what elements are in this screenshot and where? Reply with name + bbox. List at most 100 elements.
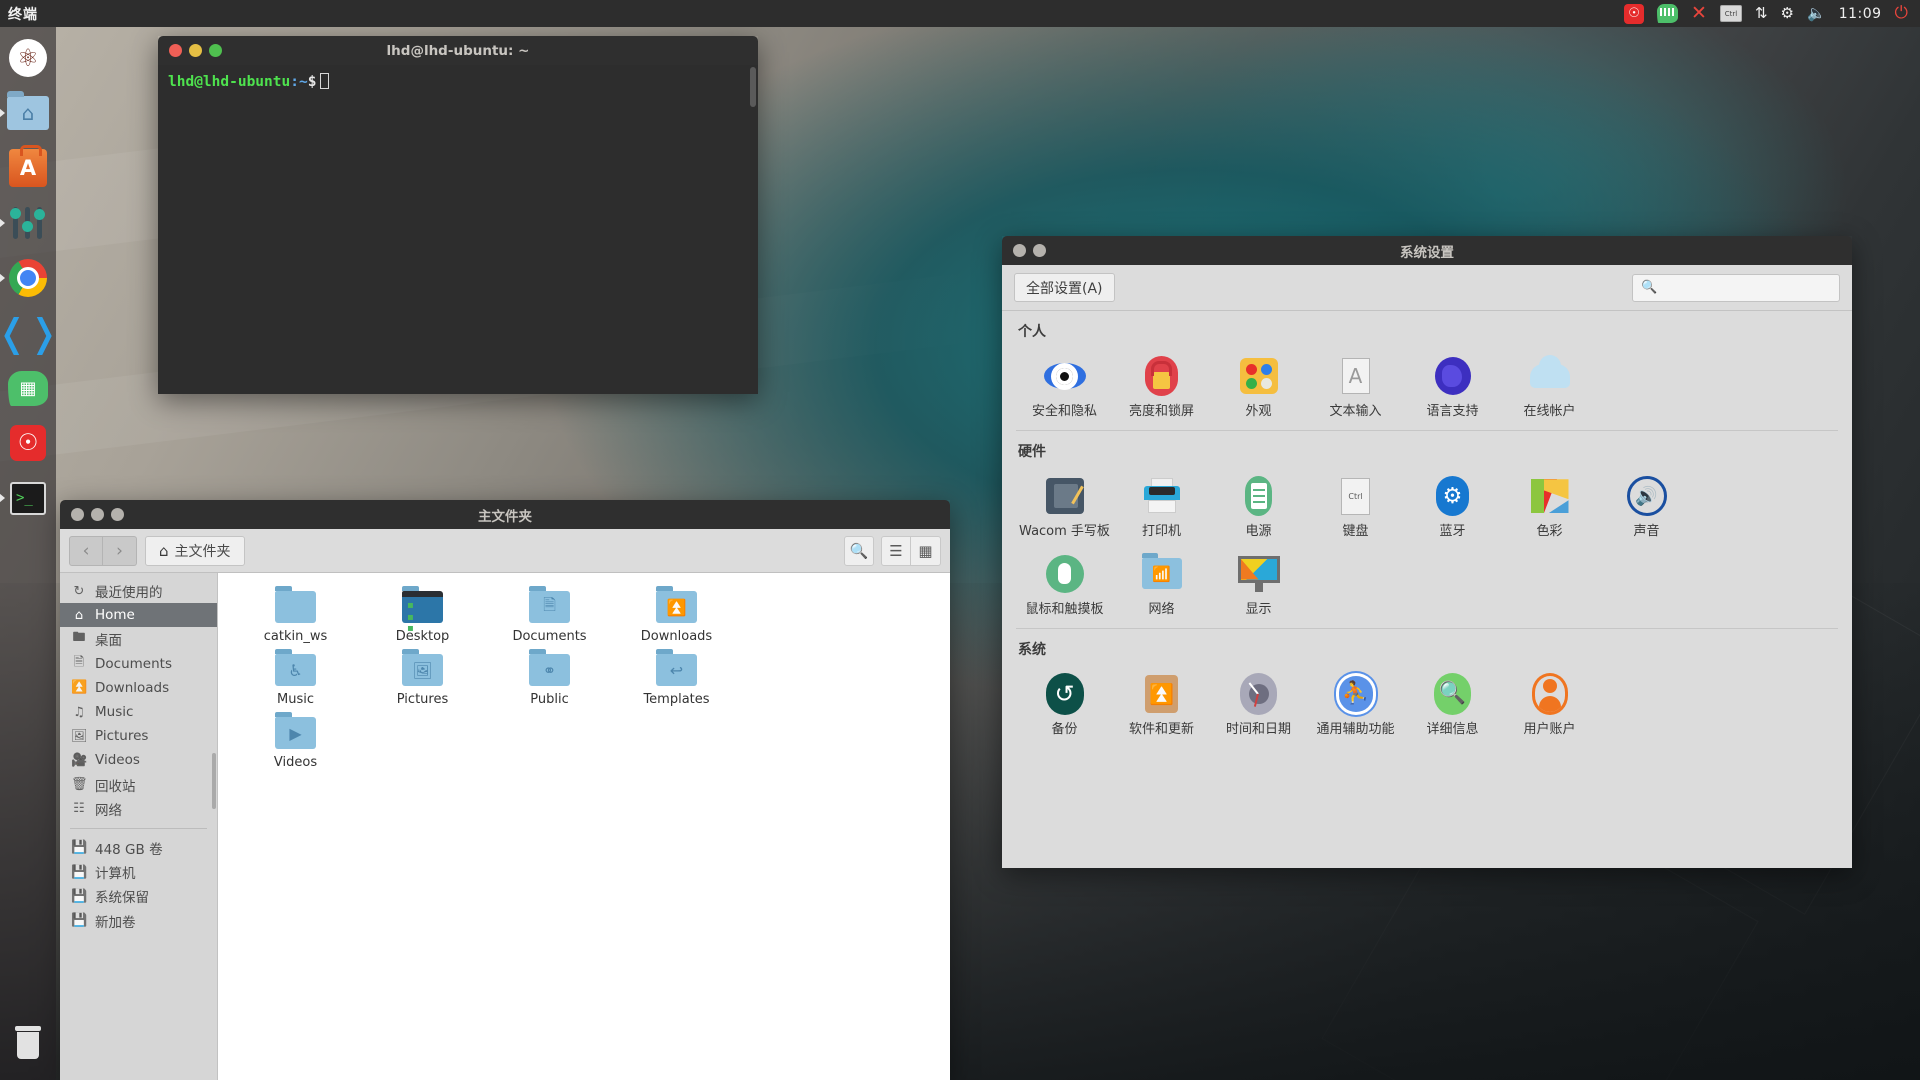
active-app-name[interactable]: 终端: [8, 4, 38, 24]
settings-item-language-support[interactable]: 语言支持: [1404, 347, 1501, 424]
settings-item-sound[interactable]: 🔊 声音: [1598, 467, 1695, 544]
settings-item-bluetooth[interactable]: ⚙ 蓝牙: [1404, 467, 1501, 544]
settings-item-online-accounts[interactable]: 在线帐户: [1501, 347, 1598, 424]
sidebar-item-documents[interactable]: 🗎 Documents: [60, 652, 217, 676]
dock-ubuntu-dash[interactable]: ⚛: [5, 35, 51, 81]
settings-item-text-entry[interactable]: A 文本输入: [1307, 347, 1404, 424]
minimize-button[interactable]: [91, 508, 104, 521]
settings-item-time-date[interactable]: 时间和日期: [1210, 665, 1307, 742]
terminal-scrollbar[interactable]: [750, 67, 756, 107]
terminal-titlebar[interactable]: lhd@lhd-ubuntu: ~: [158, 36, 758, 65]
dock-trash[interactable]: [5, 1020, 51, 1066]
settings-item-details[interactable]: 🔍 详细信息: [1404, 665, 1501, 742]
sidebar-volume-computer[interactable]: 💾 计算机: [60, 860, 217, 884]
file-manager-titlebar[interactable]: 主文件夹: [60, 500, 950, 529]
dock-system-settings[interactable]: [5, 200, 51, 246]
settings-item-color[interactable]: 色彩: [1501, 467, 1598, 544]
folder-glyph: ▪ ▪ ▪: [407, 600, 414, 634]
universal-access-icon: ⛹: [1334, 672, 1378, 716]
file-item[interactable]: 🗎 Documents: [486, 586, 613, 650]
maximize-button[interactable]: [111, 508, 124, 521]
settings-item-appearance[interactable]: 外观: [1210, 347, 1307, 424]
file-item[interactable]: ▪ ▪ ▪ Desktop: [359, 586, 486, 650]
video-icon: 🎥: [71, 752, 88, 768]
settings-item-universal-access[interactable]: ⛹ 通用辅助功能: [1307, 665, 1404, 742]
grid-view-button[interactable]: ▦: [911, 535, 941, 566]
settings-item-power[interactable]: 电源: [1210, 467, 1307, 544]
dock-netease-music[interactable]: ☉: [5, 420, 51, 466]
settings-item-software-updates[interactable]: ⏫ 软件和更新: [1113, 665, 1210, 742]
file-grid-area[interactable]: catkin_ws ▪ ▪ ▪ Desktop 🗎 Documents ⏫ Downloa…: [218, 573, 950, 1080]
sidebar-item-pictures[interactable]: 🖼 Pictures: [60, 724, 217, 748]
sidebar-volume-new[interactable]: 💾 新加卷: [60, 908, 217, 932]
power-menu-icon[interactable]: ⏻: [1895, 5, 1908, 22]
wechat-tray-icon[interactable]: [1657, 4, 1679, 23]
details-icon: 🔍: [1431, 672, 1475, 716]
all-settings-button[interactable]: 全部设置(A): [1014, 273, 1115, 302]
settings-item-backups[interactable]: ↺ 备份: [1016, 665, 1113, 742]
dock-ubuntu-software[interactable]: A: [5, 145, 51, 191]
system-settings-titlebar[interactable]: 系统设置: [1002, 236, 1852, 265]
list-view-button[interactable]: ☰: [881, 535, 911, 566]
ctrl-indicator-icon[interactable]: Ctrl: [1719, 5, 1742, 22]
settings-item-brightness-lock[interactable]: 亮度和锁屏: [1113, 347, 1210, 424]
user-accounts-icon: [1528, 672, 1572, 716]
system-tray: ☉ ✕ Ctrl ⇅ ⚙ 🔈 11:09 ⏻: [1624, 3, 1920, 24]
close-button[interactable]: [71, 508, 84, 521]
dock-terminal[interactable]: >_: [5, 475, 51, 521]
settings-item-printers[interactable]: 打印机: [1113, 467, 1210, 544]
settings-item-network[interactable]: 网络: [1113, 545, 1210, 622]
netease-music-tray-icon[interactable]: ☉: [1624, 3, 1645, 24]
file-item[interactable]: ⚭ Public: [486, 649, 613, 713]
settings-item-wacom-tablet[interactable]: Wacom 手写板: [1016, 467, 1113, 544]
settings-item-keyboard[interactable]: Ctrl 键盘: [1307, 467, 1404, 544]
sidebar-scrollbar[interactable]: [212, 753, 216, 809]
maximize-button[interactable]: [209, 44, 222, 57]
bluetooth-icon[interactable]: ⚙: [1781, 6, 1794, 21]
sidebar-item-music[interactable]: ♫ Music: [60, 700, 217, 724]
file-item[interactable]: ♿ Music: [232, 649, 359, 713]
back-button[interactable]: ‹: [69, 535, 103, 566]
forward-button[interactable]: ›: [103, 535, 137, 566]
sidebar-volume-448gb[interactable]: 💾 448 GB 卷: [60, 836, 217, 860]
sidebar-item-home[interactable]: ⌂ Home: [60, 603, 217, 628]
terminal-window[interactable]: lhd@lhd-ubuntu: ~ lhd@lhd-ubuntu:~$: [158, 36, 758, 394]
terminal-body[interactable]: lhd@lhd-ubuntu:~$: [158, 65, 758, 394]
sidebar-item-recent[interactable]: ↻ 最近使用的: [60, 579, 217, 603]
file-item[interactable]: ↩ Templates: [613, 649, 740, 713]
search-button[interactable]: 🔍: [844, 535, 874, 566]
close-tray-icon[interactable]: ✕: [1691, 4, 1707, 23]
sidebar-item-desktop[interactable]: 🖿 桌面: [60, 627, 217, 651]
sidebar-item-videos[interactable]: 🎥 Videos: [60, 748, 217, 772]
file-manager-window[interactable]: 主文件夹 ‹ › ⌂ 主文件夹 🔍 ☰ ▦ ↻ 最近使用的 ⌂ Home 🖿 桌面 🗎…: [60, 500, 950, 1080]
file-item[interactable]: catkin_ws: [232, 586, 359, 650]
system-settings-window[interactable]: 系统设置 全部设置(A) 🔍 个人 安全和隐私 亮度和锁屏 外观 A 文本输入 语…: [1002, 236, 1852, 868]
settings-item-displays[interactable]: 显示: [1210, 545, 1307, 622]
file-item[interactable]: ▶ Videos: [232, 712, 359, 776]
settings-search-field[interactable]: 🔍: [1632, 273, 1840, 302]
settings-item-security-privacy[interactable]: 安全和隐私: [1016, 347, 1113, 424]
file-item[interactable]: 🖼 Pictures: [359, 649, 486, 713]
sidebar-item-label: Music: [95, 704, 134, 721]
backups-icon: ↺: [1043, 672, 1087, 716]
settings-item-user-accounts[interactable]: 用户账户: [1501, 665, 1598, 742]
sidebar-volume-system-reserved[interactable]: 💾 系统保留: [60, 884, 217, 908]
settings-item-mouse-touchpad[interactable]: 鼠标和触摸板: [1016, 545, 1113, 622]
file-item[interactable]: ⏫ Downloads: [613, 586, 740, 650]
minimize-button[interactable]: [189, 44, 202, 57]
dock-files[interactable]: [5, 90, 51, 136]
sidebar-item-network[interactable]: ☷ 网络: [60, 797, 217, 821]
network-transfer-icon[interactable]: ⇅: [1755, 6, 1768, 21]
minimize-button[interactable]: [1033, 244, 1046, 257]
file-manager-sidebar: ↻ 最近使用的 ⌂ Home 🖿 桌面 🗎 Documents ⏫ Downloads ♫…: [60, 573, 218, 1080]
dock-wechat[interactable]: ▦: [5, 365, 51, 411]
breadcrumb-home[interactable]: ⌂ 主文件夹: [145, 535, 245, 566]
dock-google-chrome[interactable]: [5, 255, 51, 301]
clock[interactable]: 11:09: [1839, 6, 1882, 22]
sidebar-item-downloads[interactable]: ⏫ Downloads: [60, 676, 217, 700]
close-button[interactable]: [1013, 244, 1026, 257]
volume-icon[interactable]: 🔈: [1807, 6, 1826, 21]
dock-vscode[interactable]: ❬❭: [0, 310, 60, 356]
sidebar-item-trash[interactable]: 🗑 回收站: [60, 773, 217, 797]
close-button[interactable]: [169, 44, 182, 57]
